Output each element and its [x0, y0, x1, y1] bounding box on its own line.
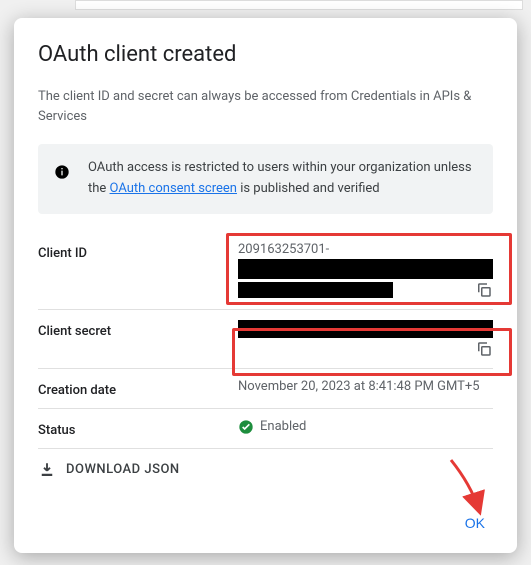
client-id-value: 209163253701-: [238, 242, 493, 299]
redacted-block: [238, 282, 393, 298]
dialog-subtitle: The client ID and secret can always be a…: [38, 87, 493, 126]
banner-text-after: is published and verified: [237, 181, 380, 196]
client-secret-value: [238, 320, 493, 358]
download-json-label: DOWNLOAD JSON: [66, 462, 180, 477]
oauth-client-dialog: OAuth client created The client ID and s…: [14, 18, 517, 553]
status-value: Enabled: [238, 419, 493, 435]
creation-date-label: Creation date: [38, 379, 238, 398]
dialog-title: OAuth client created: [38, 42, 493, 67]
client-id-row: Client ID 209163253701-: [38, 232, 493, 310]
status-row: Status Enabled: [38, 409, 493, 449]
download-icon: [38, 461, 56, 479]
background-bar: [75, 0, 523, 10]
status-text: Enabled: [260, 419, 306, 434]
client-secret-label: Client secret: [38, 320, 238, 339]
client-id-prefix: 209163253701-: [238, 242, 493, 257]
info-banner: OAuth access is restricted to users with…: [38, 144, 493, 214]
copy-client-id-button[interactable]: [475, 281, 493, 299]
redacted-block: [238, 259, 493, 279]
client-id-label: Client ID: [38, 242, 238, 261]
redacted-block: [238, 320, 493, 338]
info-icon: [54, 164, 70, 180]
dialog-actions: OK: [38, 489, 493, 537]
info-banner-text: OAuth access is restricted to users with…: [88, 158, 477, 200]
copy-client-secret-button[interactable]: [475, 340, 493, 358]
check-circle-icon: [238, 419, 254, 435]
status-label: Status: [38, 419, 238, 438]
ok-button[interactable]: OK: [457, 509, 493, 537]
consent-screen-link[interactable]: OAuth consent screen: [110, 181, 237, 196]
creation-date-value: November 20, 2023 at 8:41:48 PM GMT+5: [238, 379, 493, 394]
download-json-button[interactable]: DOWNLOAD JSON: [38, 449, 493, 487]
creation-date-row: Creation date November 20, 2023 at 8:41:…: [38, 369, 493, 409]
client-secret-row: Client secret: [38, 310, 493, 369]
